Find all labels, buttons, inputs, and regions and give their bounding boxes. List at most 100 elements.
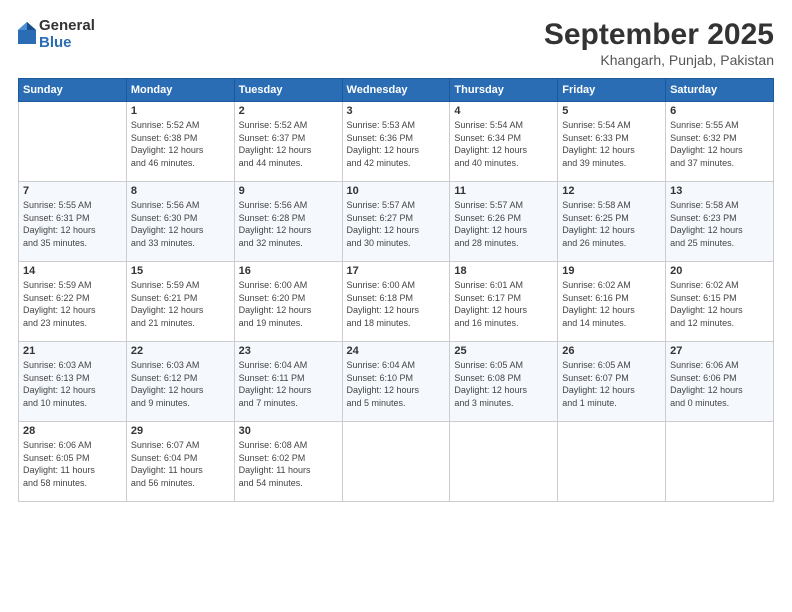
col-friday: Friday <box>558 79 666 102</box>
table-row: 12 Sunrise: 5:58 AM Sunset: 6:25 PM Dayli… <box>558 182 666 262</box>
day-detail: Sunrise: 6:03 AM Sunset: 6:13 PM Dayligh… <box>23 359 122 409</box>
table-row: 5 Sunrise: 5:54 AM Sunset: 6:33 PM Daylig… <box>558 102 666 182</box>
col-wednesday: Wednesday <box>342 79 450 102</box>
table-row: 6 Sunrise: 5:55 AM Sunset: 6:32 PM Daylig… <box>666 102 774 182</box>
day-detail: Sunrise: 6:05 AM Sunset: 6:08 PM Dayligh… <box>454 359 553 409</box>
day-number: 26 <box>562 345 661 357</box>
day-number: 19 <box>562 265 661 277</box>
calendar-header-row: Sunday Monday Tuesday Wednesday Thursday… <box>19 79 774 102</box>
table-row: 21Sunrise: 6:03 AM Sunset: 6:13 PM Dayli… <box>19 342 127 422</box>
table-row: 15Sunrise: 5:59 AM Sunset: 6:21 PM Dayli… <box>126 262 234 342</box>
day-detail: Sunrise: 5:56 AM Sunset: 6:30 PM Dayligh… <box>131 199 230 249</box>
day-number: 4 <box>454 105 553 117</box>
day-number: 28 <box>23 425 122 437</box>
month-title: September 2025 <box>544 18 774 52</box>
day-number: 2 <box>239 105 338 117</box>
day-detail: Sunrise: 5:58 AM Sunset: 6:25 PM Dayligh… <box>562 199 661 249</box>
day-detail: Sunrise: 6:02 AM Sunset: 6:16 PM Dayligh… <box>562 279 661 329</box>
day-detail: Sunrise: 6:07 AM Sunset: 6:04 PM Dayligh… <box>131 439 230 489</box>
logo-general: General <box>39 18 95 35</box>
table-row: 7 Sunrise: 5:55 AM Sunset: 6:31 PM Daylig… <box>19 182 127 262</box>
day-number: 29 <box>131 425 230 437</box>
day-number: 10 <box>347 185 446 197</box>
calendar-week-row: 21Sunrise: 6:03 AM Sunset: 6:13 PM Dayli… <box>19 342 774 422</box>
day-detail: Sunrise: 6:00 AM Sunset: 6:18 PM Dayligh… <box>347 279 446 329</box>
day-detail: Sunrise: 6:01 AM Sunset: 6:17 PM Dayligh… <box>454 279 553 329</box>
day-number: 18 <box>454 265 553 277</box>
day-detail: Sunrise: 6:04 AM Sunset: 6:10 PM Dayligh… <box>347 359 446 409</box>
day-number: 1 <box>131 105 230 117</box>
table-row: 13Sunrise: 5:58 AM Sunset: 6:23 PM Dayli… <box>666 182 774 262</box>
header: General Blue September 2025 Khangarh, Pu… <box>18 18 774 68</box>
day-detail: Sunrise: 5:57 AM Sunset: 6:27 PM Dayligh… <box>347 199 446 249</box>
day-number: 12 <box>562 185 661 197</box>
logo: General Blue <box>18 18 95 51</box>
day-detail: Sunrise: 5:52 AM Sunset: 6:37 PM Dayligh… <box>239 119 338 169</box>
day-detail: Sunrise: 5:54 AM Sunset: 6:34 PM Dayligh… <box>454 119 553 169</box>
day-number: 17 <box>347 265 446 277</box>
table-row: 9Sunrise: 5:56 AM Sunset: 6:28 PM Daylig… <box>234 182 342 262</box>
table-row: 23Sunrise: 6:04 AM Sunset: 6:11 PM Dayli… <box>234 342 342 422</box>
day-detail: Sunrise: 6:00 AM Sunset: 6:20 PM Dayligh… <box>239 279 338 329</box>
calendar-week-row: 14Sunrise: 5:59 AM Sunset: 6:22 PM Dayli… <box>19 262 774 342</box>
day-detail: Sunrise: 5:54 AM Sunset: 6:33 PM Dayligh… <box>562 119 661 169</box>
calendar-week-row: 1 Sunrise: 5:52 AM Sunset: 6:38 PM Daylig… <box>19 102 774 182</box>
day-detail: Sunrise: 5:52 AM Sunset: 6:38 PM Dayligh… <box>131 119 230 169</box>
table-row: 24 Sunrise: 6:04 AM Sunset: 6:10 PM Dayli… <box>342 342 450 422</box>
day-detail: Sunrise: 5:56 AM Sunset: 6:28 PM Dayligh… <box>239 199 338 249</box>
day-number: 25 <box>454 345 553 357</box>
table-row: 8 Sunrise: 5:56 AM Sunset: 6:30 PM Daylig… <box>126 182 234 262</box>
table-row: 2 Sunrise: 5:52 AM Sunset: 6:37 PM Daylig… <box>234 102 342 182</box>
table-row: 10 Sunrise: 5:57 AM Sunset: 6:27 PM Dayli… <box>342 182 450 262</box>
table-row: 29 Sunrise: 6:07 AM Sunset: 6:04 PM Dayli… <box>126 422 234 502</box>
table-row <box>558 422 666 502</box>
col-tuesday: Tuesday <box>234 79 342 102</box>
table-row: 18 Sunrise: 6:01 AM Sunset: 6:17 PM Dayli… <box>450 262 558 342</box>
table-row: 28 Sunrise: 6:06 AM Sunset: 6:05 PM Dayli… <box>19 422 127 502</box>
table-row: 27Sunrise: 6:06 AM Sunset: 6:06 PM Dayli… <box>666 342 774 422</box>
day-detail: Sunrise: 6:03 AM Sunset: 6:12 PM Dayligh… <box>131 359 230 409</box>
table-row: 11 Sunrise: 5:57 AM Sunset: 6:26 PM Dayli… <box>450 182 558 262</box>
table-row: 3 Sunrise: 5:53 AM Sunset: 6:36 PM Daylig… <box>342 102 450 182</box>
table-row <box>19 102 127 182</box>
day-number: 23 <box>239 345 338 357</box>
table-row: 30Sunrise: 6:08 AM Sunset: 6:02 PM Dayli… <box>234 422 342 502</box>
calendar-week-row: 28 Sunrise: 6:06 AM Sunset: 6:05 PM Dayli… <box>19 422 774 502</box>
title-block: September 2025 Khangarh, Punjab, Pakista… <box>544 18 774 68</box>
day-detail: Sunrise: 6:05 AM Sunset: 6:07 PM Dayligh… <box>562 359 661 409</box>
table-row: 17 Sunrise: 6:00 AM Sunset: 6:18 PM Dayli… <box>342 262 450 342</box>
table-row: 20Sunrise: 6:02 AM Sunset: 6:15 PM Dayli… <box>666 262 774 342</box>
day-number: 16 <box>239 265 338 277</box>
day-number: 8 <box>131 185 230 197</box>
logo-blue: Blue <box>39 35 95 52</box>
day-detail: Sunrise: 5:59 AM Sunset: 6:22 PM Dayligh… <box>23 279 122 329</box>
col-sunday: Sunday <box>19 79 127 102</box>
day-detail: Sunrise: 6:08 AM Sunset: 6:02 PM Dayligh… <box>239 439 338 489</box>
day-detail: Sunrise: 6:02 AM Sunset: 6:15 PM Dayligh… <box>670 279 769 329</box>
day-detail: Sunrise: 6:06 AM Sunset: 6:05 PM Dayligh… <box>23 439 122 489</box>
logo-icon <box>18 22 36 44</box>
day-number: 6 <box>670 105 769 117</box>
col-thursday: Thursday <box>450 79 558 102</box>
table-row: 14Sunrise: 5:59 AM Sunset: 6:22 PM Dayli… <box>19 262 127 342</box>
day-number: 3 <box>347 105 446 117</box>
day-detail: Sunrise: 5:59 AM Sunset: 6:21 PM Dayligh… <box>131 279 230 329</box>
location: Khangarh, Punjab, Pakistan <box>544 52 774 68</box>
day-number: 27 <box>670 345 769 357</box>
table-row: 16 Sunrise: 6:00 AM Sunset: 6:20 PM Dayli… <box>234 262 342 342</box>
table-row: 4 Sunrise: 5:54 AM Sunset: 6:34 PM Daylig… <box>450 102 558 182</box>
day-detail: Sunrise: 5:58 AM Sunset: 6:23 PM Dayligh… <box>670 199 769 249</box>
day-detail: Sunrise: 5:57 AM Sunset: 6:26 PM Dayligh… <box>454 199 553 249</box>
table-row <box>666 422 774 502</box>
table-row: 1 Sunrise: 5:52 AM Sunset: 6:38 PM Daylig… <box>126 102 234 182</box>
col-saturday: Saturday <box>666 79 774 102</box>
day-detail: Sunrise: 5:55 AM Sunset: 6:31 PM Dayligh… <box>23 199 122 249</box>
day-detail: Sunrise: 5:53 AM Sunset: 6:36 PM Dayligh… <box>347 119 446 169</box>
table-row: 26 Sunrise: 6:05 AM Sunset: 6:07 PM Dayli… <box>558 342 666 422</box>
day-number: 24 <box>347 345 446 357</box>
day-number: 5 <box>562 105 661 117</box>
day-detail: Sunrise: 5:55 AM Sunset: 6:32 PM Dayligh… <box>670 119 769 169</box>
day-number: 7 <box>23 185 122 197</box>
col-monday: Monday <box>126 79 234 102</box>
day-number: 11 <box>454 185 553 197</box>
